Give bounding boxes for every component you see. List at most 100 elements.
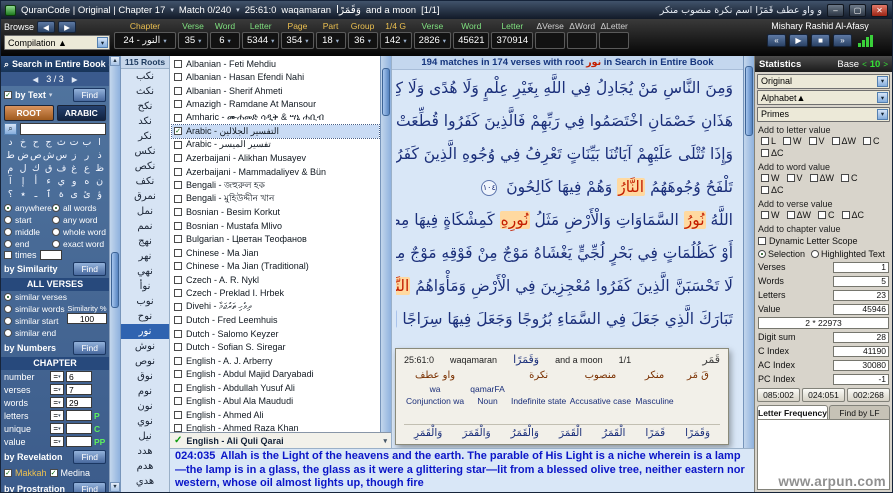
translation-checkbox[interactable] [174, 87, 182, 95]
translation-checkbox[interactable] [174, 411, 182, 419]
keyboard-toggle-icon[interactable]: ⌕ [4, 123, 17, 135]
quran-scrollbar[interactable] [743, 56, 754, 448]
scrollbar-thumb[interactable] [111, 252, 119, 308]
translation-checkbox[interactable] [174, 181, 182, 189]
criterion-value-input[interactable]: 7 [66, 384, 92, 395]
root-item[interactable]: نوش [121, 339, 169, 354]
translation-checkbox[interactable] [174, 195, 182, 203]
arabic-key[interactable]: ط [4, 150, 17, 162]
value-add-option[interactable]: W [761, 173, 780, 183]
root-item[interactable]: نهي [121, 264, 169, 279]
comparison-dropdown[interactable]: = [50, 397, 64, 408]
translation-item[interactable]: English - Ahmed Ali [172, 408, 379, 422]
quran-line[interactable]: تَبَارَكَ الَّذِي جَعَلَ فِي السَّمَاءِ … [396, 303, 733, 336]
arabic-key[interactable]: ع [81, 163, 94, 175]
quran-line[interactable]: أَوْ كَظُلُمَاتٍ فِي بَحْرٍ لُجِّيٍّ يَغ… [396, 237, 733, 270]
nav-field-value[interactable] [599, 32, 629, 49]
checkbox-icon[interactable] [863, 137, 871, 145]
root-item[interactable]: نكد [121, 114, 169, 129]
arabic-key[interactable]: ة [55, 189, 68, 201]
value-add-option[interactable]: ΔW [787, 210, 812, 220]
arabic-key[interactable]: ء [42, 176, 55, 188]
translation-item[interactable]: Divehi - ދިވެހި ތަރުޖަމާ [172, 300, 379, 314]
arabic-key[interactable]: ف [55, 163, 68, 175]
close-button[interactable]: ✕ [871, 4, 888, 17]
translation-item[interactable]: Chinese - Ma Jian (Traditional) [172, 260, 379, 274]
arabic-key[interactable]: ـ [30, 189, 43, 201]
compilation-dropdown[interactable]: Compilation ▲ [4, 35, 110, 50]
nav-field-value[interactable] [567, 32, 597, 49]
translation-checkbox[interactable] [174, 235, 182, 243]
text-option[interactable]: anywhere [4, 202, 52, 214]
translation-footer[interactable]: 024:035Allah is the Light of the heavens… [169, 448, 754, 492]
value-system-dropdown[interactable]: Original [757, 74, 890, 89]
makkah-checkbox[interactable] [4, 469, 12, 477]
translation-item[interactable]: Bosnian - Mustafa Mlivo [172, 219, 379, 233]
translation-item[interactable]: Albanian - Sherif Ahmeti [172, 84, 379, 98]
root-item[interactable]: هدي [121, 474, 169, 489]
base-decrease-icon[interactable]: < [862, 60, 867, 69]
criterion-value-input[interactable]: 29 [66, 397, 92, 408]
arabic-key[interactable]: ك [30, 163, 43, 175]
arabic-key[interactable]: ؤ [93, 189, 106, 201]
arabic-key[interactable]: ر [81, 150, 94, 162]
translation-checkbox[interactable] [174, 60, 182, 68]
quran-line[interactable]: تَلْفَحُ وُجُوهَهُمُ النَّارُ وَهُمْ فِي… [396, 171, 733, 204]
nav-field-value[interactable]: 35 [178, 32, 208, 49]
radio-icon[interactable] [4, 216, 12, 224]
translation-checkbox[interactable] [174, 73, 182, 81]
value-add-option[interactable]: ΔC [761, 185, 784, 195]
find-by-numbers-button[interactable]: Find [73, 341, 106, 355]
translation-item[interactable]: English - Abdullah Yusuf Ali [172, 381, 379, 395]
radio-icon[interactable] [4, 293, 12, 301]
nav-field-value[interactable]: النور - 24 [114, 32, 176, 49]
scope-option[interactable]: Selection [758, 249, 805, 259]
root-item[interactable]: نكص [121, 159, 169, 174]
root-item[interactable]: نهر [121, 249, 169, 264]
scroll-up-icon[interactable]: ▲ [110, 56, 120, 66]
translation-checkbox[interactable] [174, 154, 182, 162]
arabic-key[interactable]: ت [68, 137, 81, 149]
chevron-down-icon[interactable] [877, 92, 888, 103]
verse-ref-button[interactable]: 024:051 [802, 388, 845, 402]
chevron-down-icon[interactable] [383, 437, 387, 445]
translation-checkbox[interactable] [174, 222, 182, 230]
word-form[interactable]: وَالْقَمَرَ [462, 427, 490, 442]
translation-checkbox[interactable] [174, 168, 182, 176]
translation-item[interactable]: Dutch - Sofian S. Siregar [172, 341, 379, 355]
radio-icon[interactable] [4, 240, 12, 248]
word-form[interactable]: وَالْقَمَرُ [511, 427, 539, 442]
nav-field-value[interactable]: 36 [348, 32, 378, 49]
root-item[interactable]: نوأ [121, 279, 169, 294]
by-text-caret-icon[interactable] [49, 91, 53, 99]
root-item[interactable]: هدم [121, 459, 169, 474]
arabic-key[interactable]: م [4, 163, 17, 175]
root-item[interactable]: نوق [121, 369, 169, 384]
arabic-key[interactable]: ؟ [4, 189, 17, 201]
search-text-input[interactable] [20, 123, 106, 135]
arabic-key[interactable]: ظ [93, 163, 106, 175]
stats-tab[interactable]: Find by LF [829, 405, 890, 419]
translations-scrollbar[interactable] [380, 56, 391, 432]
root-item[interactable]: نوب [121, 294, 169, 309]
arabic-key[interactable]: خ [17, 137, 30, 149]
arabic-key[interactable]: ز [68, 150, 81, 162]
translation-checkbox[interactable] [174, 303, 182, 311]
translation-checkbox[interactable] [174, 357, 182, 365]
nav-field-value[interactable] [535, 32, 565, 49]
translation-checkbox[interactable] [174, 276, 182, 284]
value-add-option[interactable]: W [761, 210, 780, 220]
times-checkbox[interactable] [4, 251, 12, 259]
find-by-text-button[interactable]: Find [73, 88, 106, 102]
criterion-value-input[interactable] [66, 410, 92, 421]
checkbox-icon[interactable] [842, 211, 850, 219]
translation-item[interactable]: English - Abul Ala Maududi [172, 395, 379, 409]
root-item[interactable]: نوص [121, 354, 169, 369]
word-form[interactable]: قَمَرًا [645, 427, 665, 442]
value-add-option[interactable]: ΔC [842, 210, 865, 220]
radio-icon[interactable] [52, 228, 60, 236]
root-item[interactable]: نكب [121, 69, 169, 84]
checkbox-icon[interactable] [761, 174, 769, 182]
play-icon[interactable]: ▶ [789, 34, 808, 47]
quran-line[interactable]: وَمِنَ النَّاسِ مَنْ يُجَادِلُ فِي اللَّ… [396, 72, 733, 105]
